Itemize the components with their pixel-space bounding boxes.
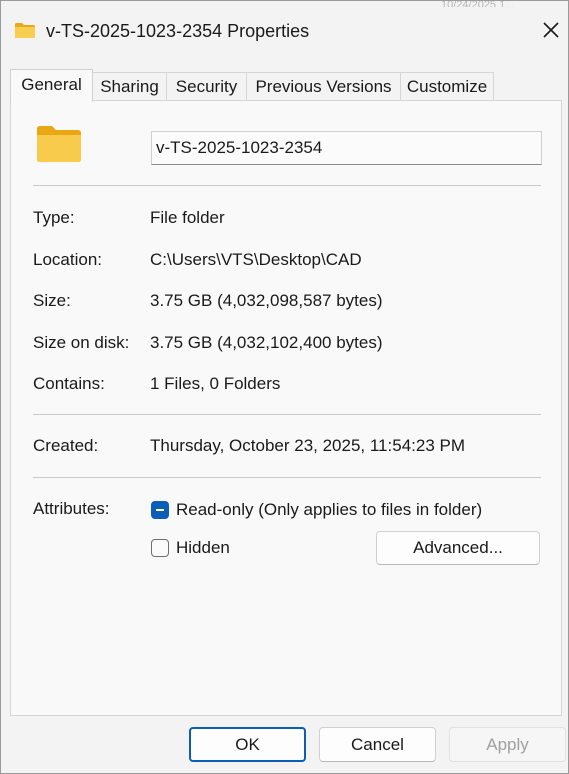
size-value: 3.75 GB (4,032,098,587 bytes) — [150, 291, 383, 310]
size-on-disk-label: Size on disk: — [33, 333, 130, 352]
close-button[interactable] — [534, 15, 568, 49]
readonly-label[interactable]: Read-only (Only applies to files in fold… — [176, 500, 482, 520]
type-label: Type: — [33, 208, 75, 227]
ok-button[interactable]: OK — [189, 727, 306, 762]
tab-security[interactable]: Security — [166, 72, 247, 100]
window-title: v-TS-2025-1023-2354 Properties — [46, 21, 310, 41]
tab-sharing[interactable]: Sharing — [92, 72, 167, 100]
readonly-checkbox[interactable] — [151, 501, 169, 519]
location-label: Location: — [33, 250, 102, 269]
apply-button[interactable]: Apply — [449, 727, 566, 762]
type-value: File folder — [150, 208, 225, 227]
divider — [33, 414, 541, 415]
close-icon — [542, 21, 560, 44]
hidden-checkbox[interactable] — [151, 539, 169, 557]
tab-previous-versions[interactable]: Previous Versions — [246, 72, 401, 100]
created-label: Created: — [33, 436, 99, 455]
advanced-button[interactable]: Advanced... — [376, 531, 540, 565]
location-value: C:\Users\VTS\Desktop\CAD — [150, 250, 362, 269]
cancel-button[interactable]: Cancel — [319, 727, 436, 762]
contains-label: Contains: — [33, 374, 105, 393]
title-bar[interactable]: v-TS-2025-1023-2354 Properties — [1, 1, 569, 59]
divider — [33, 477, 541, 478]
attributes-label: Attributes: — [33, 499, 110, 518]
contains-value: 1 Files, 0 Folders — [150, 374, 281, 393]
hidden-label[interactable]: Hidden — [176, 538, 230, 558]
folder-icon — [14, 22, 36, 39]
size-on-disk-value: 3.75 GB (4,032,102,400 bytes) — [150, 333, 383, 352]
created-value: Thursday, October 23, 2025, 11:54:23 PM — [150, 436, 465, 455]
folder-name-input[interactable] — [151, 131, 542, 165]
folder-icon — [36, 125, 82, 163]
general-panel: Type: File folder Location: C:\Users\VTS… — [10, 100, 562, 716]
tab-customize[interactable]: Customize — [400, 72, 494, 100]
size-label: Size: — [33, 291, 71, 310]
tab-general[interactable]: General — [10, 69, 93, 102]
divider — [33, 185, 541, 186]
properties-dialog: 10/24/2025 1... v-TS-2025-1023-2354 Prop… — [0, 0, 569, 774]
